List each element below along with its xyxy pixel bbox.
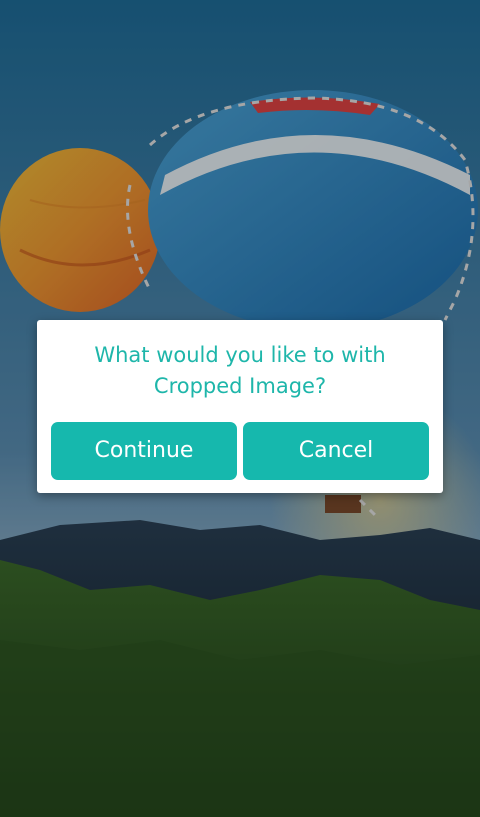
dialog-message: What would you like to with Cropped Imag…: [94, 343, 386, 398]
continue-button[interactable]: Continue: [51, 422, 237, 480]
cancel-button[interactable]: Cancel: [243, 422, 429, 480]
crop-action-dialog: What would you like to with Cropped Imag…: [37, 320, 443, 493]
